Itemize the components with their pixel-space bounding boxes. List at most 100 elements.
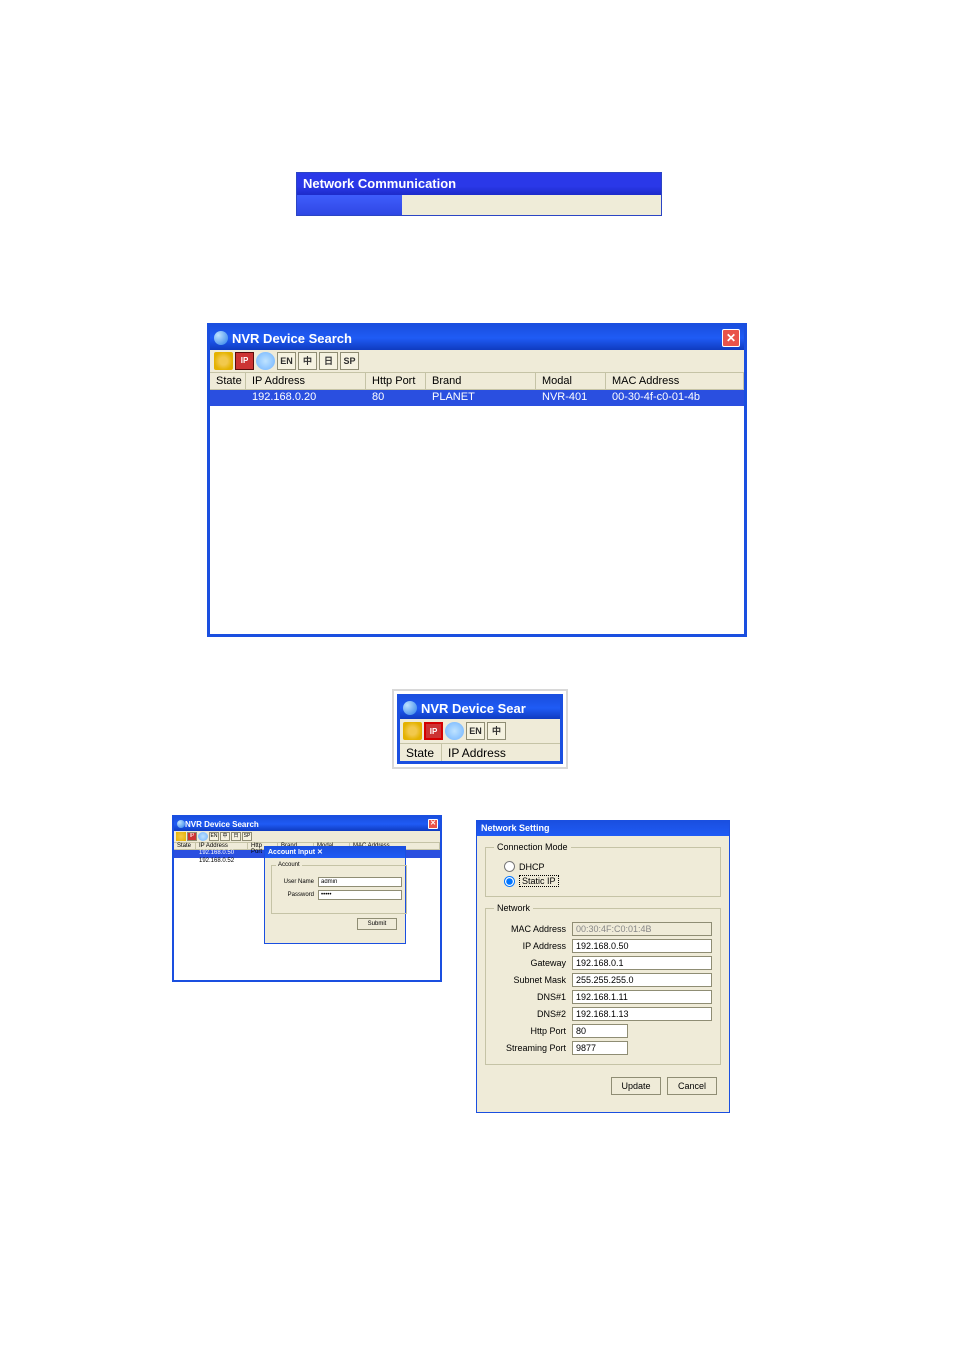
dialog-title[interactable]: Network Setting	[477, 821, 729, 836]
ip-input[interactable]	[572, 939, 712, 953]
crop-header-state[interactable]: State	[400, 744, 442, 763]
header-port[interactable]: Http Port	[366, 373, 426, 389]
window-titlebar[interactable]: NVR Device Search ✕	[210, 326, 744, 350]
close-icon[interactable]: ✕	[317, 849, 323, 856]
header-state[interactable]: State	[210, 373, 246, 389]
submit-button[interactable]: Submit	[357, 918, 397, 930]
dhcp-radio[interactable]	[504, 861, 515, 872]
progress-fill	[297, 195, 402, 215]
header-modal[interactable]: Modal	[536, 373, 606, 389]
gateway-label: Gateway	[494, 958, 572, 968]
network-legend: Network	[494, 903, 533, 913]
httpport-label: Http Port	[494, 1026, 572, 1036]
refresh-icon[interactable]	[176, 832, 186, 841]
cell-state	[210, 390, 246, 406]
password-label: Password	[276, 892, 318, 898]
streamport-label: Streaming Port	[494, 1043, 572, 1053]
progress-remain	[402, 195, 661, 215]
crop-titlebar: NVR Device Sear	[400, 697, 560, 719]
crop-header-ip[interactable]: IP Address	[442, 744, 560, 763]
crop-header: State IP Address	[400, 743, 560, 763]
dialog-titlebar[interactable]: Account Input ✕	[265, 847, 405, 858]
mac-label: MAC Address	[494, 924, 572, 934]
subnet-input[interactable]	[572, 973, 712, 987]
toolbar: IP EN 中 日 SP	[210, 350, 744, 372]
ip-config-icon[interactable]: IP	[235, 352, 254, 370]
lang-sp-button[interactable]: SP	[340, 352, 359, 370]
acct-toolbar: IP EN 中 日 SP	[174, 831, 440, 842]
crop-title-text: NVR Device Sear	[421, 701, 526, 716]
lang-zh-button[interactable]: 中	[487, 722, 506, 740]
dialog-title: Account Input	[268, 849, 315, 856]
account-fieldset: Account User Name Password	[271, 862, 407, 914]
lang-sp-button[interactable]: SP	[242, 832, 252, 841]
ip-label: IP Address	[494, 941, 572, 951]
lang-en-button[interactable]: EN	[466, 722, 485, 740]
cell-modal: NVR-401	[536, 390, 606, 406]
help-icon[interactable]	[256, 352, 275, 370]
acct-win-titlebar[interactable]: NVR Device Search ✕	[174, 817, 440, 831]
dhcp-label: DHCP	[519, 862, 545, 872]
globe-icon	[214, 331, 228, 345]
refresh-icon[interactable]	[214, 352, 233, 370]
close-icon[interactable]: ✕	[722, 329, 740, 347]
lang-en-button[interactable]: EN	[209, 832, 219, 841]
h-ip[interactable]: IP Address	[196, 843, 248, 849]
cell-ip: 192.168.0.20	[246, 390, 366, 406]
dns2-input[interactable]	[572, 1007, 712, 1021]
password-input[interactable]	[318, 890, 402, 900]
table-row[interactable]: 192.168.0.20 80 PLANET NVR-401 00-30-4f-…	[210, 390, 744, 406]
network-communication-title: Network Communication	[297, 173, 661, 195]
toolbar-crop-figure: NVR Device Sear IP EN 中 State IP Address	[392, 689, 568, 769]
crop-toolbar: IP EN 中	[400, 719, 560, 743]
header-ip[interactable]: IP Address	[246, 373, 366, 389]
dns1-input[interactable]	[572, 990, 712, 1004]
update-button[interactable]: Update	[611, 1077, 661, 1095]
network-communication-banner: Network Communication	[296, 172, 662, 216]
gateway-input[interactable]	[572, 956, 712, 970]
close-icon[interactable]: ✕	[428, 819, 438, 829]
globe-icon	[403, 701, 417, 715]
cell-ip: 192.168.0.50	[196, 850, 248, 858]
header-brand[interactable]: Brand	[426, 373, 536, 389]
network-setting-dialog: Network Setting Connection Mode DHCP Sta…	[476, 820, 730, 1113]
static-ip-label: Static IP	[519, 875, 559, 887]
fieldset-legend: Account	[276, 862, 302, 868]
table-body: 192.168.0.20 80 PLANET NVR-401 00-30-4f-…	[210, 390, 744, 634]
h-state[interactable]: State	[174, 843, 196, 849]
cell-port: 80	[366, 390, 426, 406]
ip-config-icon[interactable]: IP	[424, 722, 443, 740]
refresh-icon[interactable]	[403, 722, 422, 740]
cell-mac: 00-30-4f-c0-01-4b	[606, 390, 744, 406]
acct-win-title: NVR Device Search	[185, 820, 259, 829]
help-icon[interactable]	[445, 722, 464, 740]
connection-mode-legend: Connection Mode	[494, 842, 571, 852]
lang-ja-button[interactable]: 日	[319, 352, 338, 370]
account-input-dialog: Account Input ✕ Account User Name Passwo…	[264, 846, 406, 944]
table-header: State IP Address Http Port Brand Modal M…	[210, 372, 744, 390]
static-ip-radio[interactable]	[504, 876, 515, 887]
username-label: User Name	[276, 879, 318, 885]
cancel-button[interactable]: Cancel	[667, 1077, 717, 1095]
lang-ja-button[interactable]: 日	[231, 832, 241, 841]
mac-input	[572, 922, 712, 936]
ip-config-icon[interactable]: IP	[187, 832, 197, 841]
streamport-input[interactable]	[572, 1041, 628, 1055]
cell-ip: 192.168.0.52	[196, 858, 248, 866]
subnet-label: Subnet Mask	[494, 975, 572, 985]
network-fieldset: Network MAC Address IP Address Gateway S…	[485, 903, 721, 1065]
lang-en-button[interactable]: EN	[277, 352, 296, 370]
lang-zh-button[interactable]: 中	[220, 832, 230, 841]
httpport-input[interactable]	[572, 1024, 628, 1038]
dialog-buttons: Update Cancel	[477, 1071, 729, 1103]
globe-icon	[177, 820, 185, 828]
connection-mode-fieldset: Connection Mode DHCP Static IP	[485, 842, 721, 897]
nvr-device-search-window: NVR Device Search ✕ IP EN 中 日 SP State I…	[207, 323, 747, 637]
help-icon[interactable]	[198, 832, 208, 841]
dns2-label: DNS#2	[494, 1009, 572, 1019]
account-input-figure: NVR Device Search ✕ IP EN 中 日 SP State I…	[172, 815, 442, 982]
username-input[interactable]	[318, 877, 402, 887]
header-mac[interactable]: MAC Address	[606, 373, 744, 389]
lang-zh-button[interactable]: 中	[298, 352, 317, 370]
cell-brand: PLANET	[426, 390, 536, 406]
